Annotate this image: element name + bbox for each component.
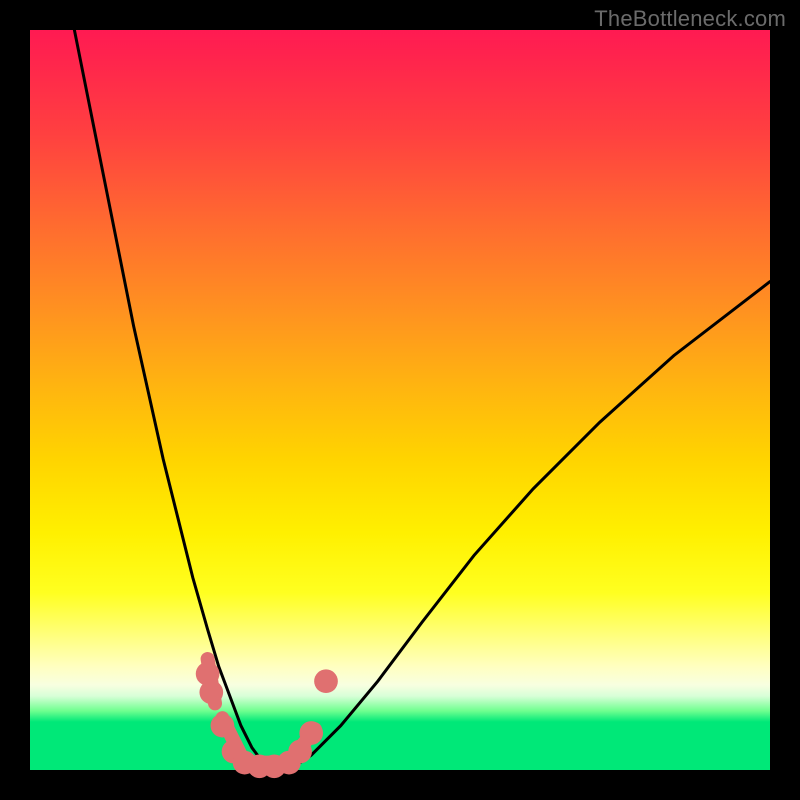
watermark-text: TheBottleneck.com [594, 6, 786, 32]
marker-dot [211, 714, 235, 738]
marker-dot [314, 669, 338, 693]
chart-frame: TheBottleneck.com [0, 0, 800, 800]
bottleneck-curve-path [74, 30, 770, 770]
marker-dot [199, 680, 223, 704]
marker-dots [196, 662, 338, 778]
chart-svg [30, 30, 770, 770]
marker-dot [299, 721, 323, 745]
